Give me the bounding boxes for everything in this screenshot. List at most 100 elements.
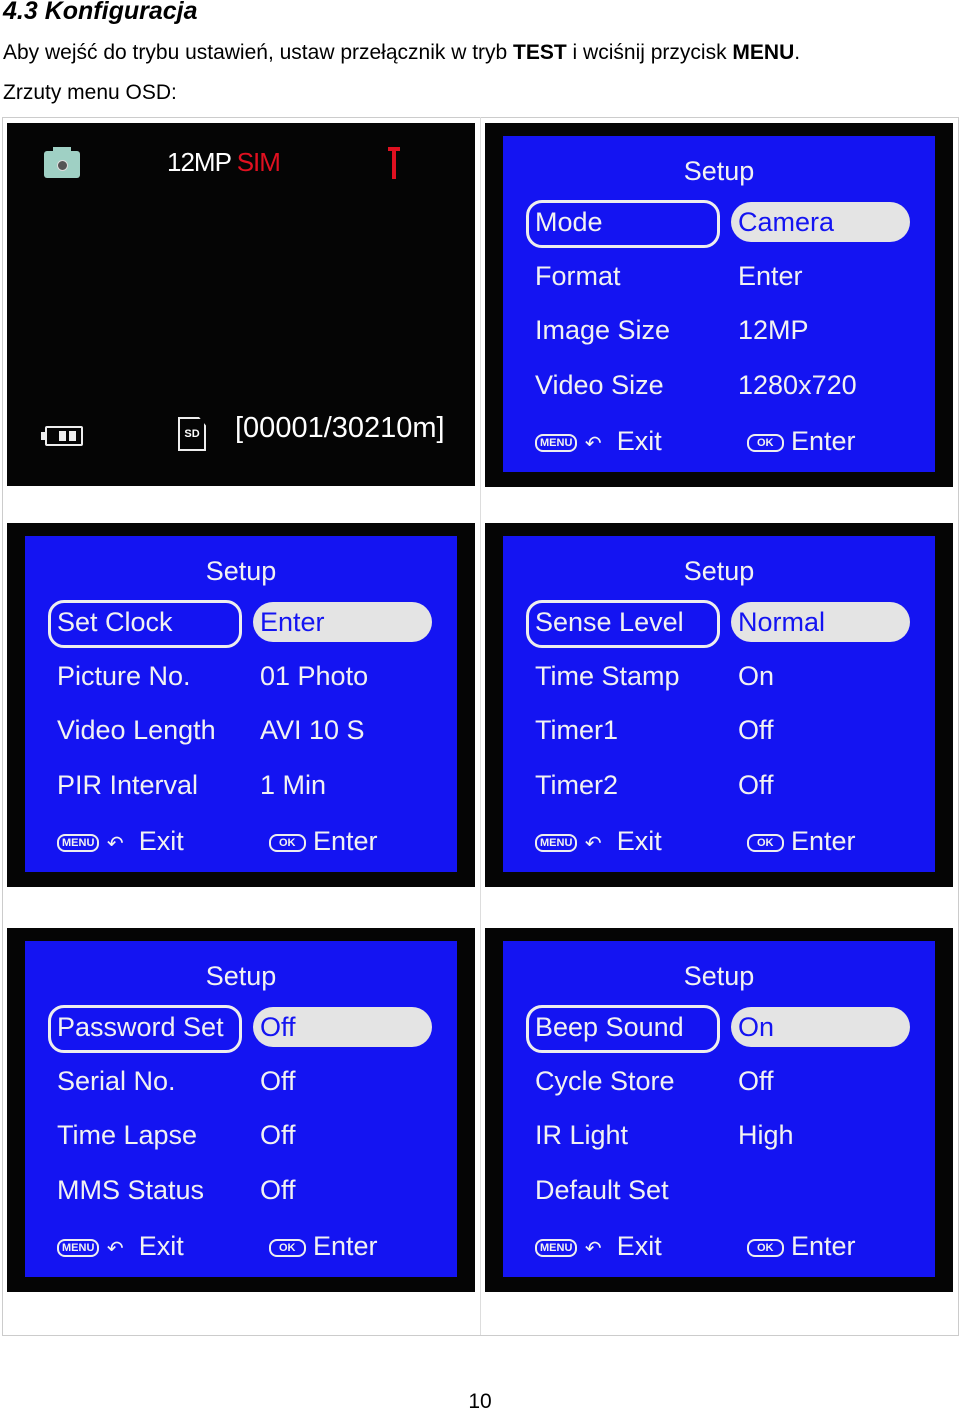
- sd-label: SD: [184, 428, 200, 440]
- menu-item-label[interactable]: Timer1: [535, 715, 618, 746]
- enter-hint: OK Enter: [747, 826, 856, 857]
- enter-hint: OK Enter: [747, 1231, 856, 1262]
- menu-item-label[interactable]: Sense Level: [535, 607, 684, 638]
- menu-item-value[interactable]: Off: [260, 1066, 296, 1097]
- menu-item-value[interactable]: Off: [260, 1120, 296, 1151]
- exit-hint: MENU ↶ Exit: [57, 1231, 184, 1262]
- enter-label: Enter: [791, 426, 856, 456]
- enter-label: Enter: [791, 826, 856, 856]
- menu-item-value[interactable]: Off: [260, 1175, 296, 1206]
- ok-key-icon: OK: [269, 1238, 306, 1257]
- exit-label: Exit: [616, 826, 662, 856]
- setup-menu: Setup Sense Level Normal Time Stamp On Tim…: [503, 536, 935, 872]
- return-icon: ↶: [106, 1238, 124, 1260]
- menu-item-value[interactable]: Off: [260, 1012, 296, 1043]
- ok-key-icon: OK: [747, 433, 784, 452]
- intro-text-3: .: [794, 41, 801, 64]
- exit-hint: MENU ↶ Exit: [57, 826, 184, 857]
- menu-item-label[interactable]: Password Set: [57, 1012, 224, 1043]
- osd-setup-screen: Setup Beep Sound On Cycle Store Off IR Lig…: [485, 928, 953, 1292]
- menu-item-label[interactable]: Cycle Store: [535, 1066, 675, 1097]
- menu-item-value[interactable]: Camera: [738, 207, 834, 238]
- menu-item-value[interactable]: 01 Photo: [260, 661, 368, 692]
- menu-item-value[interactable]: Off: [738, 770, 774, 801]
- setup-menu: Setup Beep Sound On Cycle Store Off IR Lig…: [503, 941, 935, 1277]
- menu-item-value[interactable]: 1280x720: [738, 370, 857, 401]
- menu-item-label[interactable]: Default Set: [535, 1175, 669, 1206]
- menu-item-label[interactable]: Picture No.: [57, 661, 191, 692]
- counter: [00001/30210m]: [235, 412, 445, 444]
- menu-item-label[interactable]: Mode: [535, 207, 603, 238]
- intro-text: Aby wejść do trybu ustawień, ustaw przeł…: [3, 41, 514, 64]
- page-number: 10: [468, 1390, 492, 1413]
- setup-menu: Setup Set Clock Enter Picture No. 01 Phot…: [25, 536, 457, 872]
- setup-menu: Setup Mode Camera Format Enter Image Size …: [503, 136, 935, 472]
- menu-item-value[interactable]: Off: [738, 715, 774, 746]
- exit-hint: MENU ↶ Exit: [535, 426, 662, 457]
- menu-item-value[interactable]: On: [738, 661, 774, 692]
- enter-hint: OK Enter: [269, 1231, 378, 1262]
- menu-item-value[interactable]: Enter: [260, 607, 325, 638]
- menu-key-icon: MENU: [57, 833, 100, 852]
- menu-item-label[interactable]: Video Size: [535, 370, 664, 401]
- menu-item-value[interactable]: 12MP: [738, 315, 809, 346]
- enter-hint: OK Enter: [747, 426, 856, 457]
- exit-hint: MENU ↶ Exit: [535, 1231, 662, 1262]
- menu-item-label[interactable]: Image Size: [535, 315, 670, 346]
- caption: Zrzuty menu OSD:: [3, 81, 177, 104]
- menu-title: Setup: [683, 556, 755, 586]
- menu-item-label[interactable]: Time Stamp: [535, 661, 680, 692]
- return-icon: ↶: [584, 833, 602, 855]
- osd-setup-screen: Setup Password Set Off Serial No. Off Time…: [7, 928, 475, 1292]
- intro-bold-test: TEST: [513, 41, 567, 64]
- menu-item-value[interactable]: AVI 10 S: [260, 715, 365, 746]
- menu-item-label[interactable]: MMS Status: [57, 1175, 204, 1206]
- osd-setup-screen: Setup Sense Level Normal Time Stamp On Tim…: [485, 523, 953, 887]
- return-icon: ↶: [584, 1238, 602, 1260]
- antenna-icon: [388, 147, 400, 179]
- menu-item-value[interactable]: On: [738, 1012, 774, 1043]
- return-icon: ↶: [584, 433, 602, 455]
- menu-item-label[interactable]: PIR Interval: [57, 770, 198, 801]
- menu-item-label[interactable]: Format: [535, 261, 621, 292]
- enter-label: Enter: [791, 1231, 856, 1261]
- menu-item-label[interactable]: Video Length: [57, 715, 216, 746]
- menu-item-label[interactable]: IR Light: [535, 1120, 628, 1151]
- menu-title: Setup: [683, 961, 755, 991]
- menu-item-value[interactable]: 1 Min: [260, 770, 326, 801]
- menu-item-value[interactable]: Enter: [738, 261, 803, 292]
- menu-key-icon: MENU: [57, 1238, 100, 1257]
- menu-item-label[interactable]: Time Lapse: [57, 1120, 197, 1151]
- menu-key-icon: MENU: [535, 1238, 578, 1257]
- menu-item-value[interactable]: High: [738, 1120, 794, 1151]
- intro-text-2: i wciśnij przycisk: [566, 41, 733, 64]
- live-view-screen: 12MP SIM SD [00001/30210m]: [7, 123, 475, 486]
- menu-item-label[interactable]: Beep Sound: [535, 1012, 684, 1043]
- enter-label: Enter: [313, 826, 378, 856]
- table-divider: [480, 117, 481, 1335]
- menu-title: Setup: [205, 961, 277, 991]
- enter-hint: OK Enter: [269, 826, 378, 857]
- intro-paragraph: Aby wejść do trybu ustawień, ustaw przeł…: [3, 41, 800, 65]
- menu-key-icon: MENU: [535, 433, 578, 452]
- return-icon: ↶: [106, 833, 124, 855]
- menu-item-label[interactable]: Timer2: [535, 770, 618, 801]
- exit-label: Exit: [616, 426, 662, 456]
- menu-item-label[interactable]: Set Clock: [57, 607, 173, 638]
- osd-setup-screen: Setup Set Clock Enter Picture No. 01 Phot…: [7, 523, 475, 887]
- battery-icon: [41, 426, 83, 446]
- menu-title: Setup: [205, 556, 277, 586]
- exit-label: Exit: [616, 1231, 662, 1261]
- menu-title: Setup: [683, 156, 755, 186]
- osd-setup-screen: Setup Mode Camera Format Enter Image Size …: [485, 123, 953, 487]
- section-heading: 4.3 Konfiguracja: [3, 0, 198, 25]
- menu-item-value[interactable]: Off: [738, 1066, 774, 1097]
- menu-item-label[interactable]: Serial No.: [57, 1066, 176, 1097]
- camera-icon: [44, 147, 80, 178]
- menu-item-value[interactable]: Normal: [738, 607, 825, 638]
- ok-key-icon: OK: [747, 1238, 784, 1257]
- exit-label: Exit: [138, 826, 184, 856]
- intro-bold-menu: MENU: [732, 41, 795, 64]
- exit-label: Exit: [138, 1231, 184, 1261]
- sim-label: SIM: [236, 147, 281, 177]
